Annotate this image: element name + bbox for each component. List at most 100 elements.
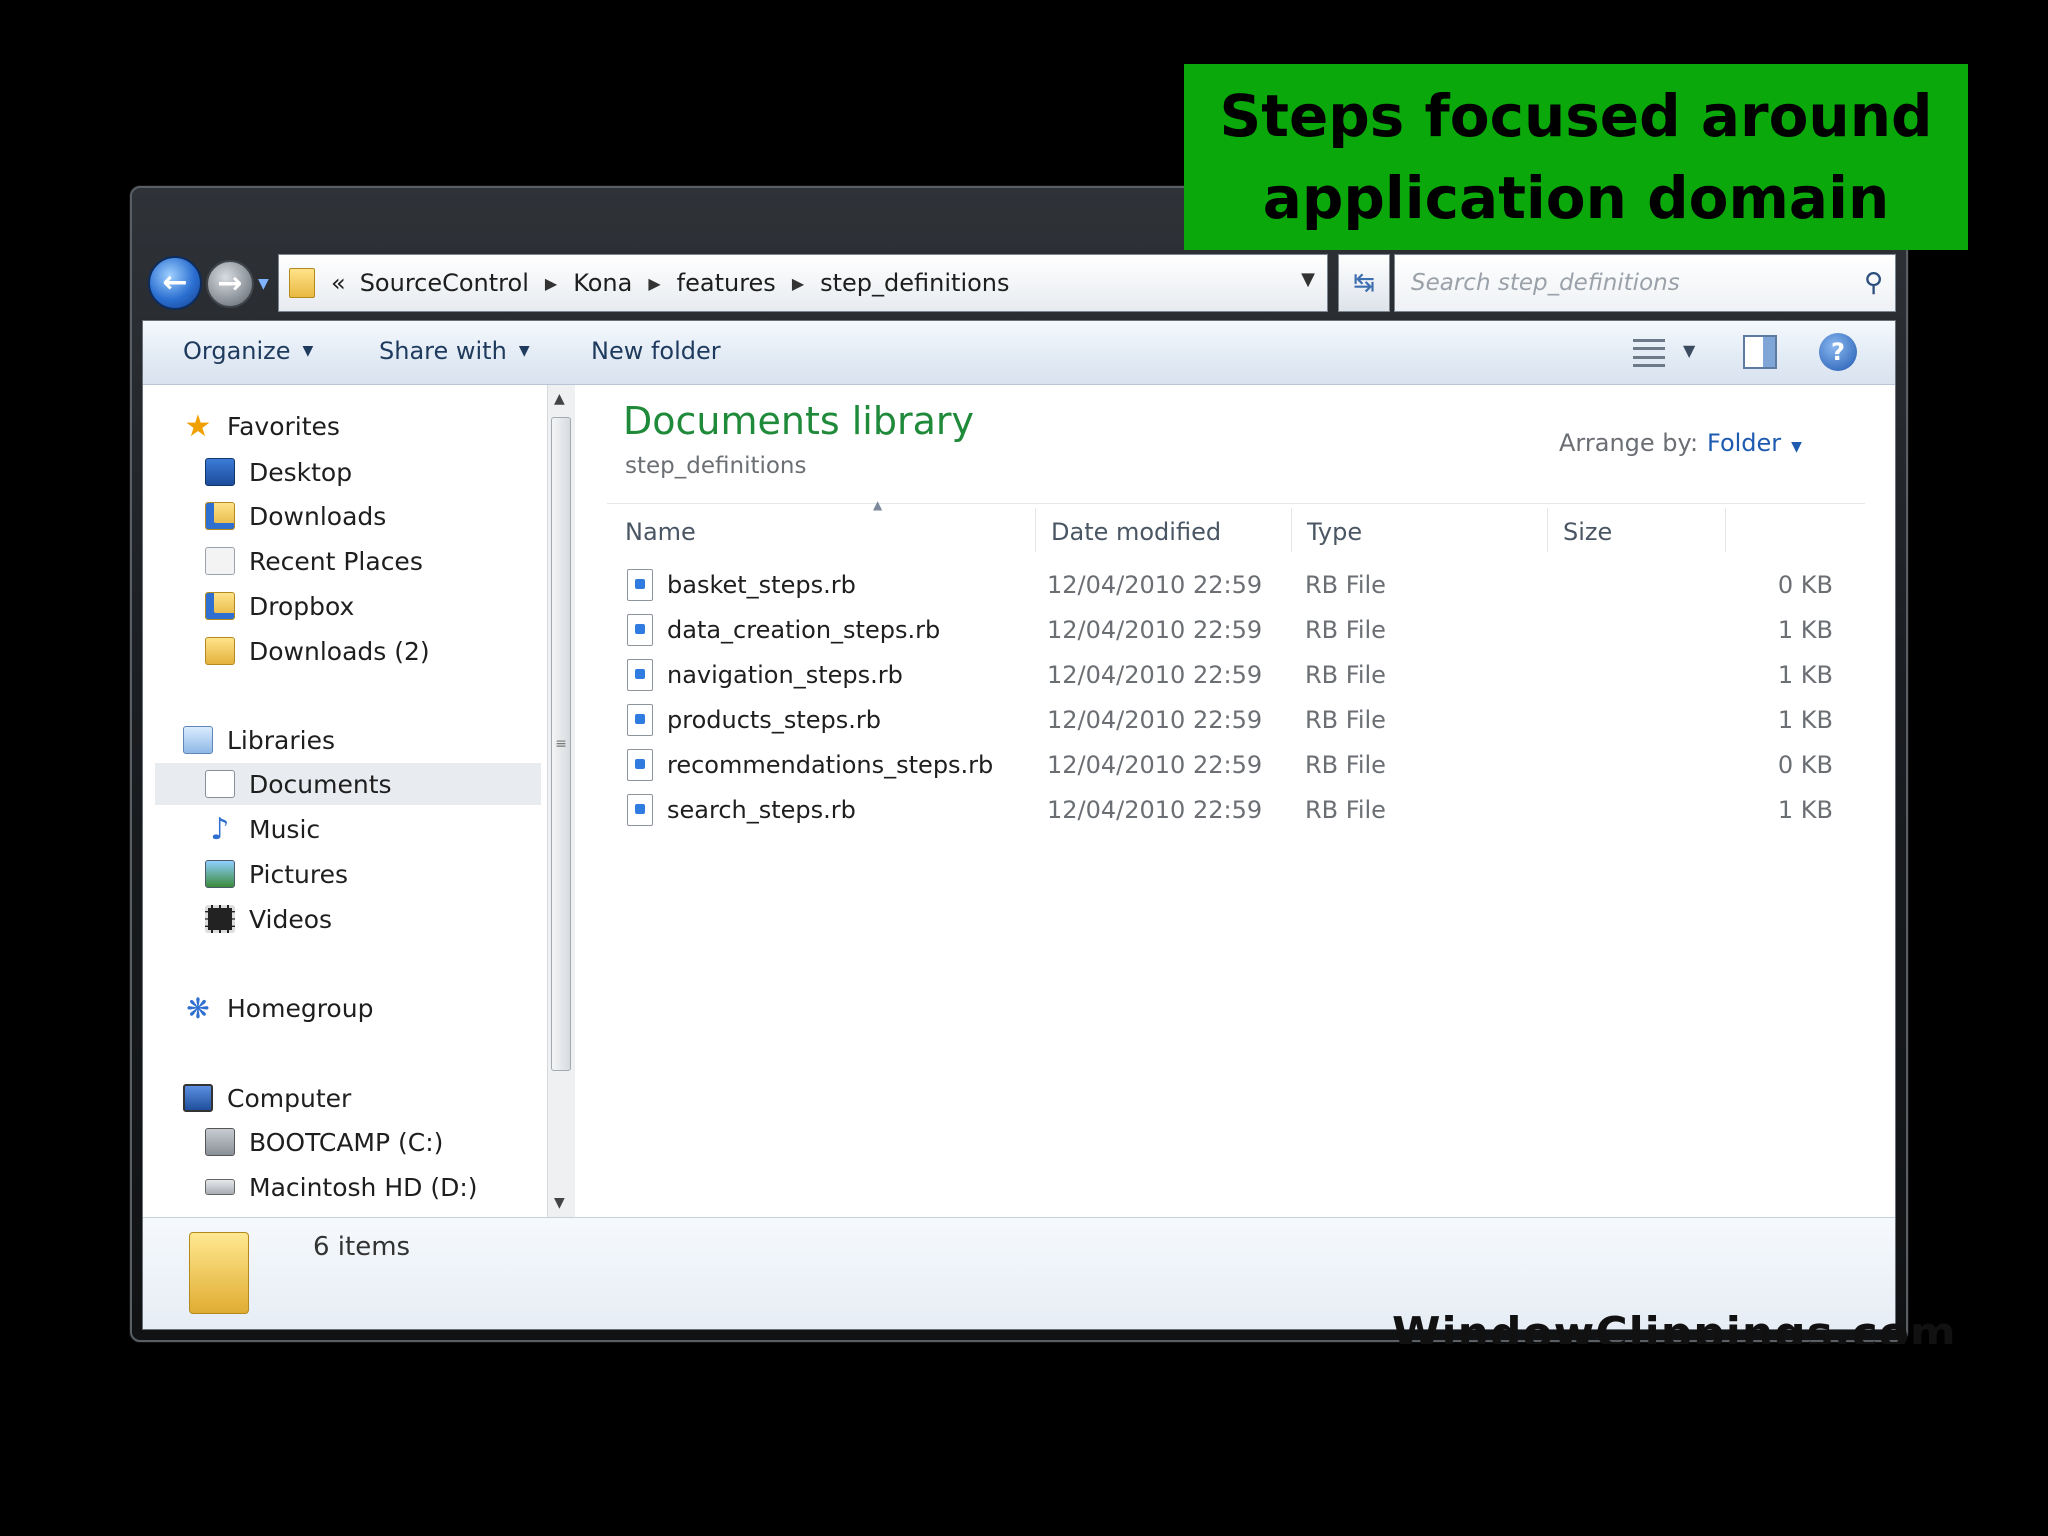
file-row[interactable]: search_steps.rb 12/04/2010 22:59 RB File… xyxy=(607,788,1865,832)
rb-file-icon xyxy=(627,704,653,736)
column-header: ▲ Name Date modified Type Size xyxy=(607,498,1865,555)
nav-downloads[interactable]: Downloads xyxy=(205,495,386,537)
search-icon[interactable]: ⚲ xyxy=(1864,268,1883,298)
breadcrumb-overflow[interactable]: « xyxy=(331,269,346,297)
column-divider[interactable] xyxy=(1035,508,1036,552)
nav-desktop[interactable]: Desktop xyxy=(205,451,352,493)
column-date-modified[interactable]: Date modified xyxy=(1051,518,1221,546)
nav-drive-d[interactable]: Macintosh HD (D:) xyxy=(205,1166,478,1208)
organize-button[interactable]: Organize ▼ xyxy=(183,337,313,365)
drive-icon xyxy=(205,1179,235,1195)
nav-drive-c[interactable]: BOOTCAMP (C:) xyxy=(205,1121,443,1163)
file-row[interactable]: basket_steps.rb 12/04/2010 22:59 RB File… xyxy=(607,563,1865,607)
nav-libraries[interactable]: Libraries xyxy=(183,719,335,761)
column-divider[interactable] xyxy=(1725,508,1726,552)
forward-arrow-icon: → xyxy=(217,266,243,301)
breadcrumb-step-definitions[interactable]: step_definitions xyxy=(820,269,1009,297)
dropbox-folder-icon xyxy=(205,592,235,620)
nav-homegroup[interactable]: ❋ Homegroup xyxy=(183,987,373,1029)
nav-videos[interactable]: Videos xyxy=(205,898,332,940)
column-name[interactable]: Name xyxy=(625,518,696,546)
file-type: RB File xyxy=(1305,751,1386,779)
address-dropdown-icon[interactable]: ▼ xyxy=(1301,269,1315,290)
scroll-down-icon[interactable]: ▼ xyxy=(554,1195,565,1211)
file-row[interactable]: data_creation_steps.rb 12/04/2010 22:59 … xyxy=(607,608,1865,652)
arrange-by-dropdown[interactable]: Folder ▼ xyxy=(1707,429,1802,457)
back-button[interactable]: ← xyxy=(148,256,202,310)
file-size: 1 KB xyxy=(1777,796,1833,824)
address-row: ← → ▼ « SourceControl ▶ Kona ▶ features … xyxy=(148,254,1896,312)
column-divider[interactable] xyxy=(1547,508,1548,552)
window-body: Organize ▼ Share with ▼ New folder ▼ ? ★… xyxy=(142,320,1896,1330)
help-icon[interactable]: ? xyxy=(1819,333,1857,371)
breadcrumb-features[interactable]: features xyxy=(677,269,776,297)
nav-label: Videos xyxy=(249,904,333,934)
desktop-icon xyxy=(205,458,235,486)
chevron-right-icon[interactable]: ▶ xyxy=(648,274,660,293)
preview-pane-icon[interactable] xyxy=(1743,335,1777,369)
refresh-button[interactable]: ↹ xyxy=(1338,254,1390,312)
file-name: products_steps.rb xyxy=(667,706,881,734)
scroll-thumb[interactable]: ≡ xyxy=(551,417,571,1071)
nav-label: Computer xyxy=(227,1083,352,1113)
column-type[interactable]: Type xyxy=(1307,518,1362,546)
organize-label: Organize xyxy=(183,337,291,365)
view-dropdown-icon[interactable]: ▼ xyxy=(1683,341,1695,360)
file-name: navigation_steps.rb xyxy=(667,661,903,689)
nav-pictures[interactable]: Pictures xyxy=(205,853,348,895)
nav-favorites[interactable]: ★ Favorites xyxy=(183,405,340,447)
libraries-icon xyxy=(183,726,213,754)
nav-label: Downloads xyxy=(249,501,387,531)
file-row[interactable]: recommendations_steps.rb 12/04/2010 22:5… xyxy=(607,743,1865,787)
nav-label: Favorites xyxy=(227,411,340,441)
recent-pages-dropdown-icon[interactable]: ▼ xyxy=(258,276,269,292)
rb-file-icon xyxy=(627,659,653,691)
file-list-pane: Documents library step_definitions Arran… xyxy=(593,385,1895,1217)
nav-label: Documents xyxy=(249,769,392,799)
file-type: RB File xyxy=(1305,796,1386,824)
file-date: 12/04/2010 22:59 xyxy=(1047,571,1263,599)
change-view-icon[interactable] xyxy=(1633,339,1665,367)
folder-icon xyxy=(189,1232,249,1314)
arrange-by-label: Arrange by: xyxy=(1559,429,1699,457)
nav-label: Downloads (2) xyxy=(249,636,430,666)
nav-downloads-2[interactable]: Downloads (2) xyxy=(205,630,430,672)
scroll-up-icon[interactable]: ▲ xyxy=(554,391,565,407)
nav-music[interactable]: ♪ Music xyxy=(205,808,320,850)
navigation-scrollbar[interactable]: ▲ ≡ ▼ xyxy=(547,385,575,1217)
rb-file-icon xyxy=(627,794,653,826)
file-date: 12/04/2010 22:59 xyxy=(1047,661,1263,689)
breadcrumb-kona[interactable]: Kona xyxy=(573,269,632,297)
file-size: 0 KB xyxy=(1777,571,1833,599)
watermark: WindowClippings.com xyxy=(1392,1308,1957,1344)
nav-label: Recent Places xyxy=(249,546,423,576)
column-size[interactable]: Size xyxy=(1563,518,1612,546)
chevron-down-icon: ▼ xyxy=(518,343,530,359)
forward-button[interactable]: → xyxy=(206,260,254,308)
navigation-pane: ★ Favorites Desktop Downloads Recent Pla… xyxy=(143,385,579,1217)
address-bar[interactable]: « SourceControl ▶ Kona ▶ features ▶ step… xyxy=(278,254,1328,312)
share-with-button[interactable]: Share with ▼ xyxy=(379,337,530,365)
library-subtitle: step_definitions xyxy=(625,453,807,479)
drive-icon xyxy=(205,1128,235,1156)
folder-icon xyxy=(289,268,315,298)
new-folder-button[interactable]: New folder xyxy=(591,337,721,365)
column-divider[interactable] xyxy=(1291,508,1292,552)
rb-file-icon xyxy=(627,569,653,601)
chevron-right-icon[interactable]: ▶ xyxy=(545,274,557,293)
chevron-right-icon[interactable]: ▶ xyxy=(792,274,804,293)
search-input[interactable]: Search step_definitions ⚲ xyxy=(1394,254,1896,312)
nav-recent-places[interactable]: Recent Places xyxy=(205,540,423,582)
file-name: recommendations_steps.rb xyxy=(667,751,994,779)
sort-ascending-icon: ▲ xyxy=(873,498,883,512)
file-row[interactable]: navigation_steps.rb 12/04/2010 22:59 RB … xyxy=(607,653,1865,697)
file-type: RB File xyxy=(1305,706,1386,734)
nav-computer[interactable]: Computer xyxy=(183,1077,351,1119)
file-row[interactable]: products_steps.rb 12/04/2010 22:59 RB Fi… xyxy=(607,698,1865,742)
nav-documents[interactable]: Documents xyxy=(155,763,541,805)
film-strip-icon xyxy=(205,905,235,933)
breadcrumb-sourcecontrol[interactable]: SourceControl xyxy=(360,269,529,297)
rb-file-icon xyxy=(627,749,653,781)
back-arrow-icon: ← xyxy=(162,265,188,300)
nav-dropbox[interactable]: Dropbox xyxy=(205,585,354,627)
